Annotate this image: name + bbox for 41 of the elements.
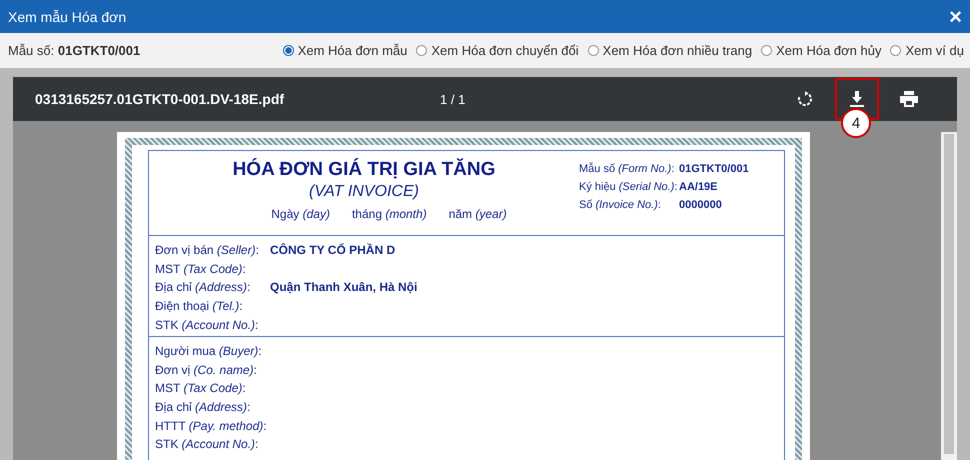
date-label: Ngày (day) <box>271 207 330 221</box>
radio-button[interactable] <box>761 45 772 56</box>
step-callout: 4 <box>841 108 871 138</box>
meta-label: Ký hiệu (Serial No.): <box>579 181 678 193</box>
field-label: STK (Account No.): <box>155 318 260 332</box>
meta-label: Số (Invoice No.): <box>579 199 662 211</box>
date-label: năm (year) <box>448 207 507 221</box>
file-name: 0313165257.01GTKT0-001.DV-18E.pdf <box>35 91 286 107</box>
date-label: tháng (month) <box>352 207 427 221</box>
window-title: Xem mẫu Hóa đơn <box>8 8 126 24</box>
field-value: Quận Thanh Xuân, Hà Nội <box>270 280 418 294</box>
rotate-icon <box>797 91 813 107</box>
scrollbar[interactable] <box>941 132 957 460</box>
invoice-title: HÓA ĐƠN GIÁ TRỊ GIA TĂNG <box>232 159 496 181</box>
field-label: Đơn vị bán (Seller): <box>155 243 260 258</box>
invoice-subtitle: (VAT INVOICE) <box>309 183 419 201</box>
field-label: HTTT (Pay. method): <box>155 418 268 433</box>
page-counter: 1 / 1 <box>440 92 466 106</box>
form-number-label: Mẫu số: 01GTKT0/001 <box>8 43 140 58</box>
meta-value: 0000000 <box>679 199 722 211</box>
download-icon <box>850 91 864 107</box>
field-label: Địa chỉ (Address): <box>155 400 252 414</box>
field-value: CÔNG TY CỔ PHẦN D <box>270 243 396 258</box>
field-label: MST (Tax Code): <box>155 262 247 276</box>
radio-button[interactable] <box>890 45 902 56</box>
print-icon <box>900 91 918 107</box>
field-label: Đơn vị (Co. name): <box>155 362 258 377</box>
meta-label: Mẫu số (Form No.): <box>579 163 676 175</box>
view-option[interactable]: Xem ví dụ <box>890 43 964 58</box>
option-label: Xem ví dụ <box>905 43 964 58</box>
radio-button[interactable] <box>588 45 599 56</box>
meta-value: AA/19E <box>679 181 718 193</box>
radio-button[interactable] <box>282 45 294 56</box>
field-label: Người mua (Buyer): <box>155 344 263 358</box>
radio-button[interactable] <box>416 45 428 56</box>
field-label: Địa chỉ (Address): <box>155 280 252 294</box>
close-button[interactable]: × <box>949 6 962 28</box>
meta-value: 01GTKT0/001 <box>679 163 749 175</box>
field-label: STK (Account No.): <box>155 437 260 452</box>
field-label: Điện thoại (Tel.): <box>155 299 244 314</box>
field-label: MST (Tax Code): <box>155 381 247 396</box>
